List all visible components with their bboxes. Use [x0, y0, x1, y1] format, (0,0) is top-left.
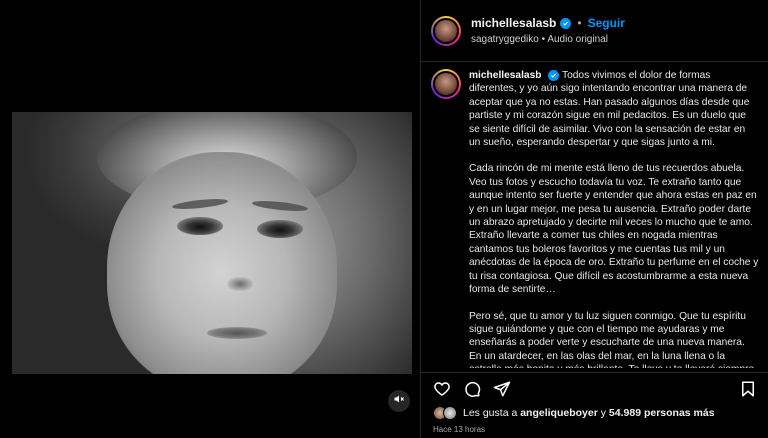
photo-detail — [207, 327, 267, 339]
likes-prefix: Les gusta a — [463, 407, 518, 419]
send-icon[interactable] — [493, 380, 511, 398]
likes-count[interactable]: 54.989 personas más — [609, 407, 715, 419]
verified-badge-icon — [560, 17, 572, 29]
caption-paragraph: Cada rincón de mi mente está lleno de tu… — [469, 163, 759, 296]
post-timestamp[interactable]: Hace 13 horas — [433, 425, 485, 434]
liker-username[interactable]: angeliqueboyer — [520, 407, 598, 419]
photo-face — [107, 152, 337, 374]
post-header: michellesalasb • Seguir sagatryggediko •… — [421, 0, 768, 62]
bookmark-icon[interactable] — [739, 380, 757, 398]
caption-avatar[interactable] — [431, 69, 461, 99]
post-side-panel: michellesalasb • Seguir sagatryggediko •… — [420, 0, 768, 438]
photo-detail — [227, 277, 253, 291]
video-frame[interactable] — [12, 112, 412, 374]
caption-paragraph: Pero sé, que tu amor y tu luz siguen con… — [469, 310, 754, 369]
verified-badge-icon — [548, 70, 560, 81]
likes-summary[interactable]: Les gusta a angeliqueboyer y 54.989 pers… — [433, 406, 715, 420]
action-bar — [421, 372, 768, 400]
audio-line[interactable]: sagatryggediko • Audio original — [471, 34, 625, 45]
comment-icon[interactable] — [463, 380, 481, 398]
photo-detail — [257, 220, 303, 238]
photo-detail — [177, 217, 223, 235]
caption: michellesalasb Todos vivimos el dolor de… — [431, 69, 759, 368]
follow-button[interactable]: Seguir — [588, 16, 625, 30]
author-username[interactable]: michellesalasb — [471, 16, 556, 30]
liker-avatar — [443, 406, 457, 420]
mute-button[interactable] — [388, 390, 410, 412]
post-media[interactable] — [0, 0, 420, 438]
likes-middle: y — [600, 407, 606, 419]
heart-icon[interactable] — [433, 380, 451, 398]
avatar[interactable] — [431, 15, 461, 46]
speaker-muted-icon — [393, 392, 405, 410]
separator: • — [577, 16, 582, 30]
caption-scroll-area[interactable]: michellesalasb Todos vivimos el dolor de… — [421, 63, 768, 368]
caption-username[interactable]: michellesalasb — [469, 70, 542, 81]
caption-text: michellesalasb Todos vivimos el dolor de… — [469, 69, 759, 368]
caption-paragraph: Todos vivimos el dolor de formas diferen… — [469, 70, 750, 149]
